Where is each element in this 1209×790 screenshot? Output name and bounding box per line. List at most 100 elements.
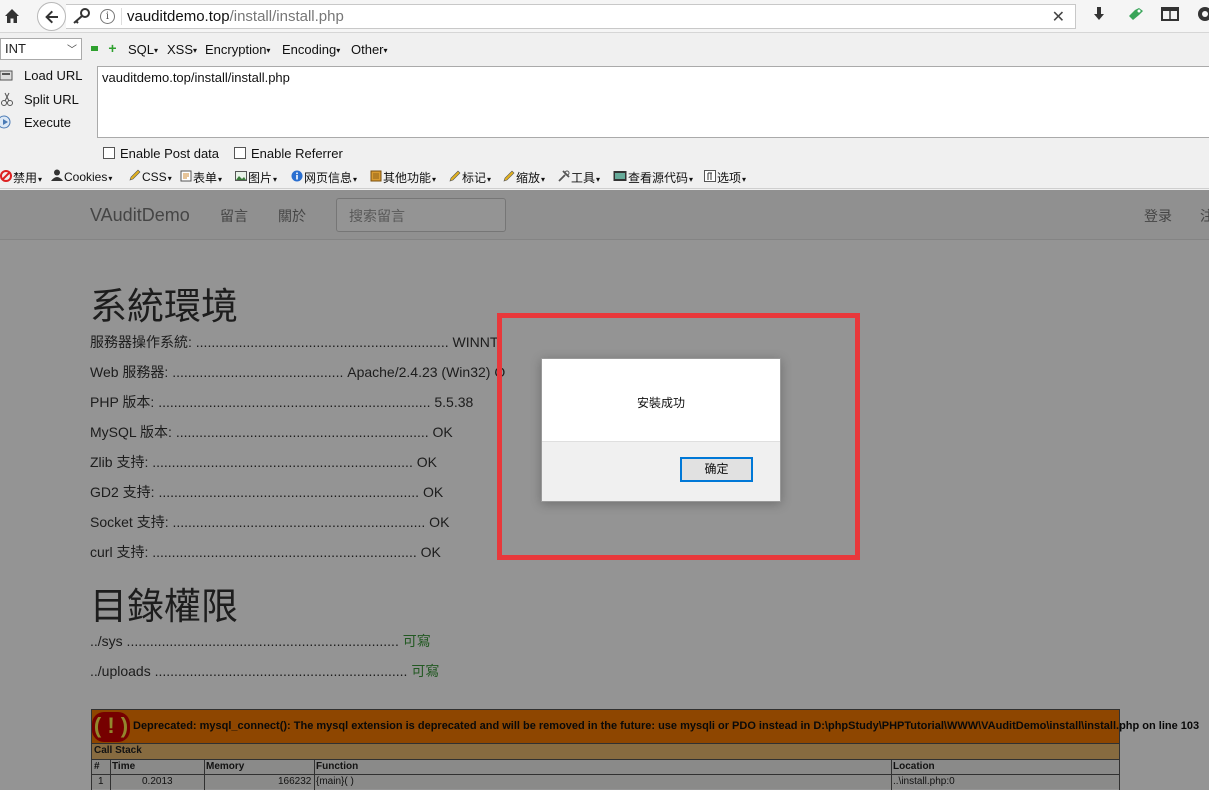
source-icon bbox=[613, 170, 627, 185]
checkbox-box[interactable] bbox=[103, 147, 115, 159]
wd-label: 网页信息 bbox=[304, 171, 353, 185]
key-icon[interactable] bbox=[72, 8, 90, 27]
wd-page-info[interactable]: 网页信息▾ bbox=[291, 169, 357, 186]
window-icon[interactable] bbox=[1161, 6, 1179, 27]
minus-icon[interactable] bbox=[91, 46, 98, 51]
menu-encryption[interactable]: Encryption▾ bbox=[205, 42, 270, 57]
wd-cookies[interactable]: Cookies▾ bbox=[51, 169, 112, 184]
plus-icon[interactable]: + bbox=[107, 41, 118, 55]
wd-forms[interactable]: 表单▾ bbox=[180, 169, 222, 186]
close-icon[interactable]: ✕ bbox=[1052, 7, 1065, 27]
divider bbox=[121, 8, 122, 25]
caret-icon: ▾ bbox=[218, 175, 223, 184]
marker-icon bbox=[449, 170, 461, 185]
wd-label: 标记 bbox=[462, 171, 487, 185]
wd-label: Cookies bbox=[64, 170, 108, 184]
wd-images[interactable]: 图片▾ bbox=[235, 169, 277, 186]
pencil-icon bbox=[129, 169, 141, 184]
caret-icon: ▾ bbox=[383, 46, 388, 56]
wd-label: 选项 bbox=[717, 171, 742, 185]
extension-icon[interactable] bbox=[1127, 6, 1145, 27]
menu-label: XSS bbox=[167, 42, 194, 57]
enable-referrer-label: Enable Referrer bbox=[251, 146, 343, 161]
image-icon bbox=[235, 170, 247, 185]
load-url-icon bbox=[0, 68, 14, 82]
execute-button[interactable]: Execute bbox=[0, 115, 71, 130]
folder-icon bbox=[370, 170, 382, 185]
split-url-button[interactable]: Split URL bbox=[0, 92, 79, 107]
caret-icon: ▾ bbox=[38, 175, 43, 184]
menu-encoding[interactable]: Encoding▾ bbox=[282, 42, 340, 57]
url-textarea[interactable]: vauditdemo.top/install/install.php bbox=[97, 66, 1209, 138]
wd-view-source[interactable]: 查看源代码▾ bbox=[613, 169, 693, 186]
caret-icon: ▾ bbox=[432, 175, 437, 184]
caret-icon: ▾ bbox=[353, 175, 358, 184]
resize-icon bbox=[503, 170, 515, 185]
url-text[interactable]: vauditdemo.top/install/install.php bbox=[127, 8, 344, 25]
menu-xss[interactable]: XSS▾ bbox=[167, 42, 197, 57]
load-url-label: Load URL bbox=[24, 68, 83, 83]
highlight-annotation-box bbox=[497, 313, 860, 560]
scissors-icon bbox=[0, 92, 14, 106]
menu-label: Other bbox=[351, 42, 384, 57]
url-host: vauditdemo.top bbox=[127, 8, 230, 25]
chevron-down-icon: ﹀ bbox=[67, 45, 77, 56]
back-button[interactable] bbox=[37, 2, 66, 31]
wd-options[interactable]: 选项▾ bbox=[704, 169, 746, 186]
enable-post-checkbox[interactable]: Enable Post data bbox=[103, 146, 219, 161]
caret-icon: ▾ bbox=[266, 46, 271, 56]
home-icon[interactable] bbox=[2, 6, 22, 26]
menu-other[interactable]: Other▾ bbox=[351, 42, 388, 57]
wd-label: 禁用 bbox=[13, 171, 38, 185]
caret-icon: ▾ bbox=[193, 46, 198, 56]
caret-icon: ▾ bbox=[154, 46, 159, 56]
menu-sql[interactable]: SQL▾ bbox=[128, 42, 158, 57]
caret-icon: ▾ bbox=[336, 46, 341, 56]
chat-icon[interactable] bbox=[1197, 6, 1209, 27]
info-icon[interactable]: i bbox=[100, 9, 115, 24]
wd-label: 图片 bbox=[248, 171, 273, 185]
back-arrow-icon bbox=[44, 10, 58, 23]
enable-post-label: Enable Post data bbox=[120, 146, 220, 161]
wd-resize[interactable]: 缩放▾ bbox=[503, 169, 545, 186]
play-icon bbox=[0, 115, 14, 129]
execute-label: Execute bbox=[24, 115, 71, 130]
disable-icon bbox=[0, 170, 12, 185]
wd-disable[interactable]: 禁用▾ bbox=[0, 169, 42, 186]
wd-label: CSS bbox=[142, 170, 167, 184]
info-icon bbox=[291, 170, 303, 185]
caret-icon: ▾ bbox=[689, 175, 694, 184]
checkbox-box[interactable] bbox=[234, 147, 246, 159]
caret-icon: ▾ bbox=[487, 175, 492, 184]
wd-label: 缩放 bbox=[516, 171, 541, 185]
encoding-select[interactable]: INT ﹀ bbox=[0, 38, 82, 60]
hackbar: INT ﹀ + SQL▾ XSS▾ Encryption▾ Encoding▾ … bbox=[0, 33, 1209, 166]
wd-label: 表单 bbox=[193, 171, 218, 185]
menu-label: SQL bbox=[128, 42, 155, 57]
caret-icon: ▾ bbox=[596, 175, 601, 184]
enable-referrer-checkbox[interactable]: Enable Referrer bbox=[234, 146, 343, 161]
options-icon bbox=[704, 170, 716, 185]
menu-label: Encoding bbox=[282, 42, 337, 57]
wd-tools[interactable]: 工具▾ bbox=[558, 169, 600, 186]
wd-misc[interactable]: 其他功能▾ bbox=[370, 169, 436, 186]
wrench-icon bbox=[558, 170, 570, 185]
caret-icon: ▾ bbox=[742, 175, 747, 184]
wd-label: 工具 bbox=[571, 171, 596, 185]
address-bar[interactable]: i vauditdemo.top/install/install.php ✕ bbox=[66, 4, 1076, 29]
caret-icon: ▾ bbox=[167, 174, 172, 183]
user-icon bbox=[51, 169, 63, 184]
form-icon bbox=[180, 170, 192, 185]
url-path: /install/install.php bbox=[229, 8, 344, 25]
caret-icon: ▾ bbox=[541, 175, 546, 184]
wd-css[interactable]: CSS▾ bbox=[129, 169, 172, 184]
encoding-select-value: INT bbox=[5, 41, 26, 56]
split-url-label: Split URL bbox=[24, 92, 79, 107]
web-developer-toolbar: 禁用▾ Cookies▾ CSS▾ 表单▾ 图片▾ 网页信息▾ 其他功能▾ 标记… bbox=[0, 166, 1209, 189]
wd-outline[interactable]: 标记▾ bbox=[449, 169, 491, 186]
menu-label: Encryption bbox=[205, 42, 267, 57]
download-icon[interactable] bbox=[1091, 6, 1107, 27]
wd-label: 查看源代码 bbox=[628, 171, 689, 185]
load-url-button[interactable]: Load URL bbox=[0, 68, 83, 83]
caret-icon: ▾ bbox=[273, 175, 278, 184]
